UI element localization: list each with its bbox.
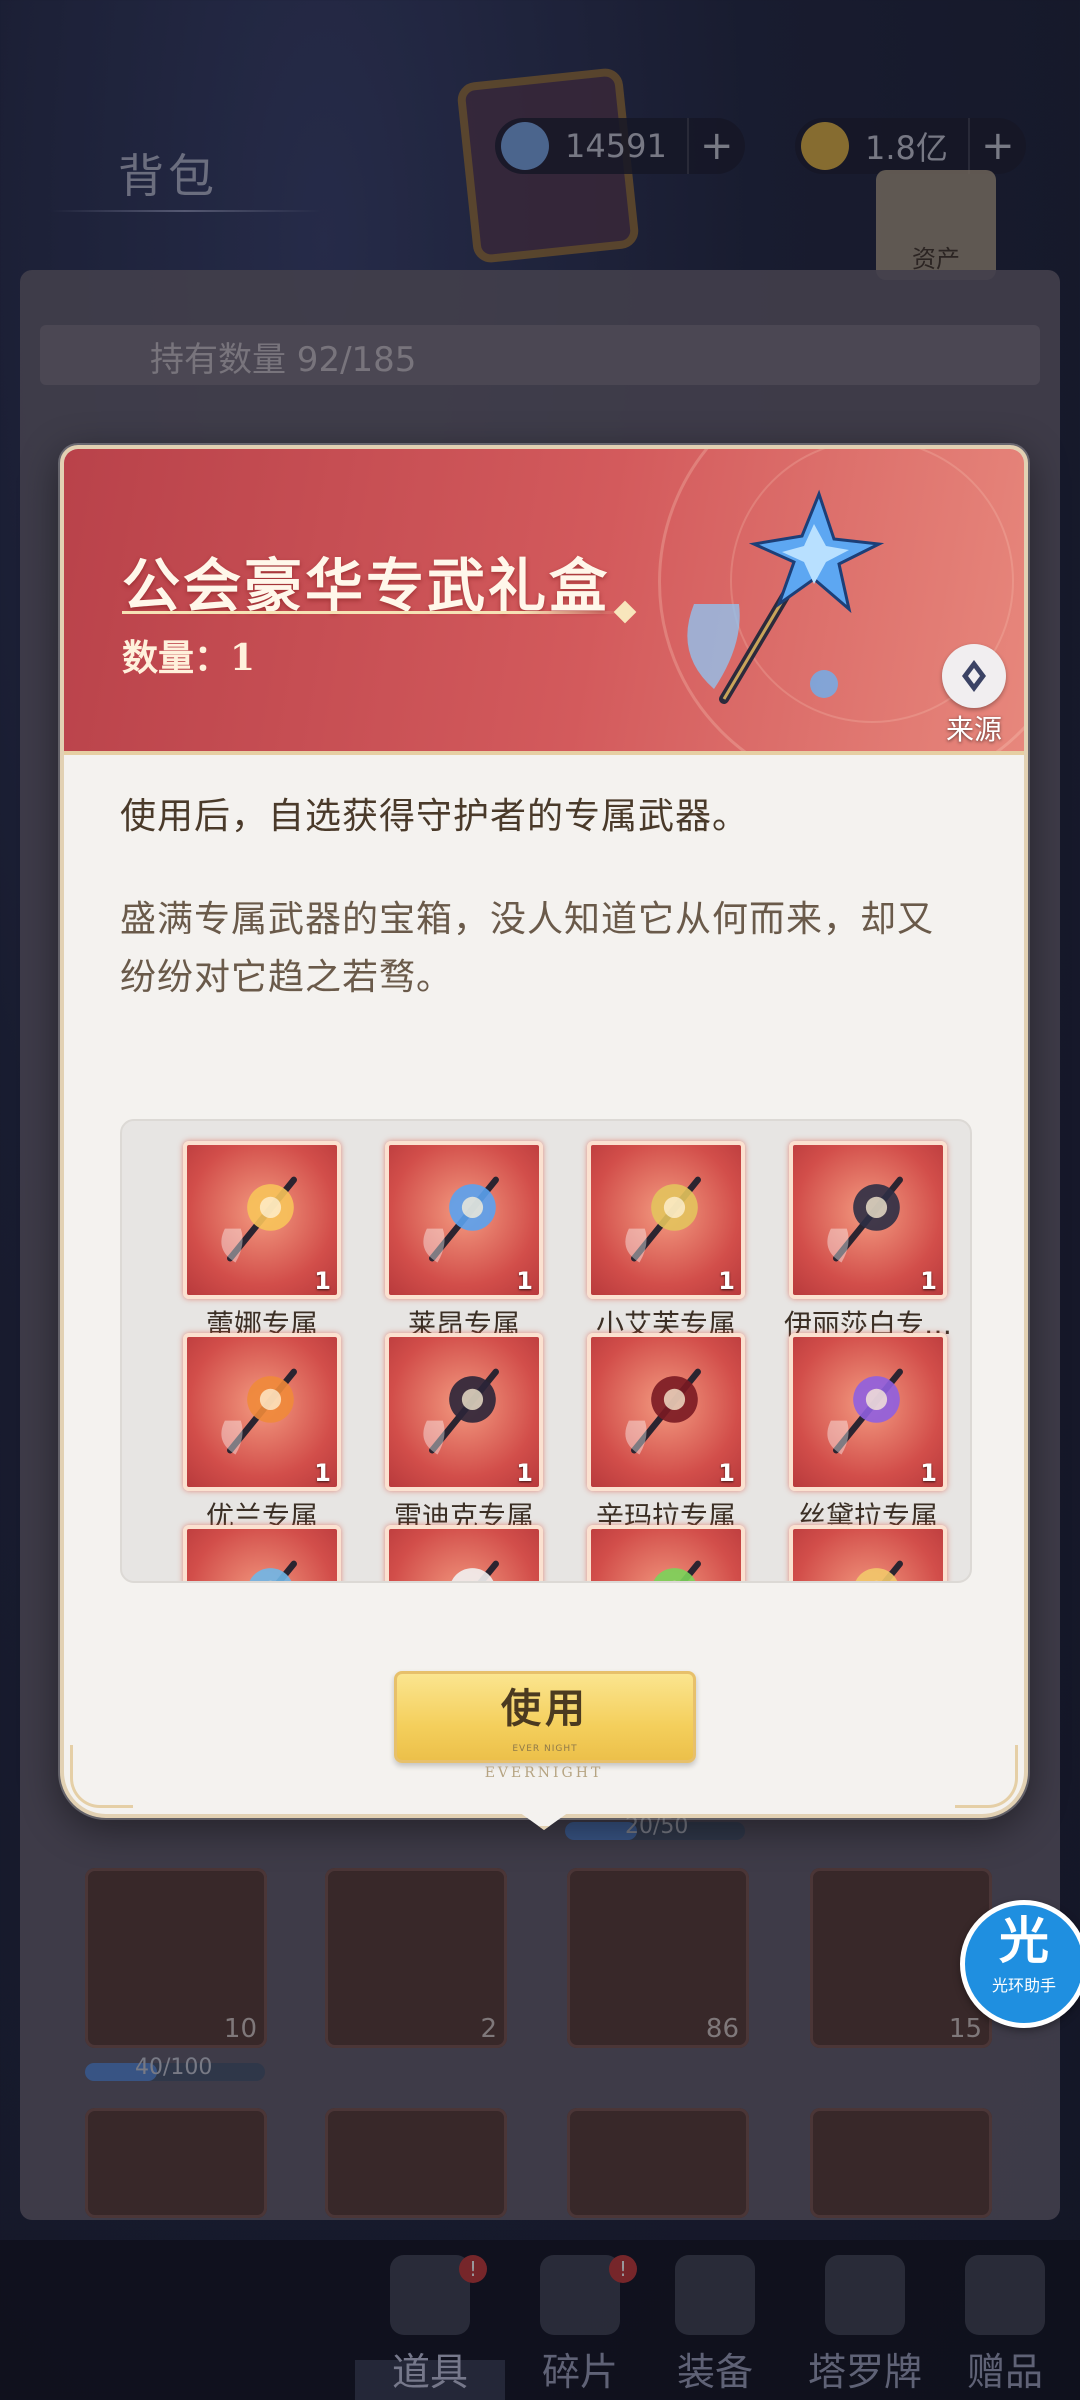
reward-quantity: 1: [718, 1267, 735, 1295]
scythe-weapon-icon: [625, 1368, 701, 1455]
reward-quantity: 1: [516, 1459, 533, 1487]
use-button-sublabel: EVER NIGHT: [512, 1744, 578, 1754]
reward-item[interactable]: 1 伊丽莎白专…: [768, 1141, 968, 1343]
helper-label: 光环助手: [991, 1976, 1056, 1995]
reward-frame: 1: [587, 1333, 745, 1491]
source-icon: [942, 644, 1006, 708]
reward-quantity: 1: [920, 1459, 937, 1487]
reward-frame: [587, 1525, 745, 1581]
partial-weapon-icon: [451, 1560, 499, 1581]
use-button-label: 使用: [501, 1685, 589, 1732]
reward-frame: 1: [183, 1333, 341, 1491]
reward-list[interactable]: 1 蕾娜专属 1 莱昂专属 1 小艾芙专属 1 伊丽莎白专… 1 优兰专属 1 雷迪克专属 1 辛玛拉专属…: [120, 1119, 972, 1583]
dark-blade-weapon-icon: [423, 1368, 499, 1455]
reward-item[interactable]: [768, 1525, 968, 1581]
use-button[interactable]: 使用 EVER NIGHT: [394, 1671, 696, 1763]
divider-diamond: [613, 600, 637, 624]
violet-orb-weapon-icon: [827, 1368, 903, 1455]
source-button[interactable]: 来源: [934, 644, 1014, 746]
partial-weapon-icon: [249, 1560, 297, 1581]
reward-frame: [789, 1525, 947, 1581]
golden-harp-weapon-icon: [625, 1176, 701, 1263]
reward-item[interactable]: 1 小艾芙专属: [566, 1141, 766, 1343]
reward-item[interactable]: 1 丝黛拉专属: [768, 1333, 968, 1535]
reward-frame: 1: [789, 1333, 947, 1491]
helper-glyph: 光: [999, 1912, 1049, 1970]
reward-item[interactable]: [566, 1525, 766, 1581]
reward-frame: [385, 1525, 543, 1581]
partial-weapon-icon: [855, 1560, 903, 1581]
item-banner: 公会豪华专武礼盒 数量：1 来源: [64, 449, 1024, 755]
reward-frame: 1: [385, 1141, 543, 1299]
reward-frame: 1: [789, 1141, 947, 1299]
phoenix-book-weapon-icon: [221, 1368, 297, 1455]
crystal-axe-icon: [687, 489, 885, 704]
reward-frame: 1: [183, 1141, 341, 1299]
source-label: 来源: [945, 713, 1002, 746]
corner-ornament: [955, 1745, 1018, 1808]
reward-quantity: 1: [920, 1267, 937, 1295]
crystal-axe-weapon-icon: [423, 1176, 499, 1263]
item-quantity: 数量：1: [122, 637, 256, 679]
reward-quantity: 1: [718, 1459, 735, 1487]
halo-assistant-button[interactable]: 光 光环助手: [960, 1900, 1080, 2028]
item-flavor-text: 盛满专属武器的宝箱，没人知道它从何而来，却又纷纷对它趋之若骛。: [120, 899, 935, 998]
reward-quantity: 1: [516, 1267, 533, 1295]
reward-item[interactable]: [364, 1525, 564, 1581]
partial-weapon-icon: [653, 1560, 701, 1581]
item-effect-text: 使用后，自选获得守护者的专属武器。: [120, 796, 750, 837]
reward-frame: [183, 1525, 341, 1581]
reward-quantity: 1: [314, 1267, 331, 1295]
brand-watermark: EVERNIGHT: [484, 1765, 604, 1781]
corner-ornament: [70, 1745, 133, 1808]
lace-fan-weapon-icon: [827, 1176, 903, 1263]
title-divider: [122, 611, 622, 614]
reward-item[interactable]: 1 优兰专属: [162, 1333, 362, 1535]
reward-item[interactable]: 1 雷迪克专属: [364, 1333, 564, 1535]
reward-item[interactable]: 1 莱昂专属: [364, 1141, 564, 1343]
reward-item[interactable]: [162, 1525, 362, 1581]
item-detail-dialog: 公会豪华专武礼盒 数量：1 来源 使用后，自选获得守护者的专属武器。 盛满专属武…: [60, 445, 1028, 1818]
reward-frame: 1: [385, 1333, 543, 1491]
reward-frame: 1: [587, 1141, 745, 1299]
reward-item[interactable]: 1 蕾娜专属: [162, 1141, 362, 1343]
reward-quantity: 1: [314, 1459, 331, 1487]
reward-item[interactable]: 1 辛玛拉专属: [566, 1333, 766, 1535]
flame-rings-weapon-icon: [221, 1176, 297, 1263]
